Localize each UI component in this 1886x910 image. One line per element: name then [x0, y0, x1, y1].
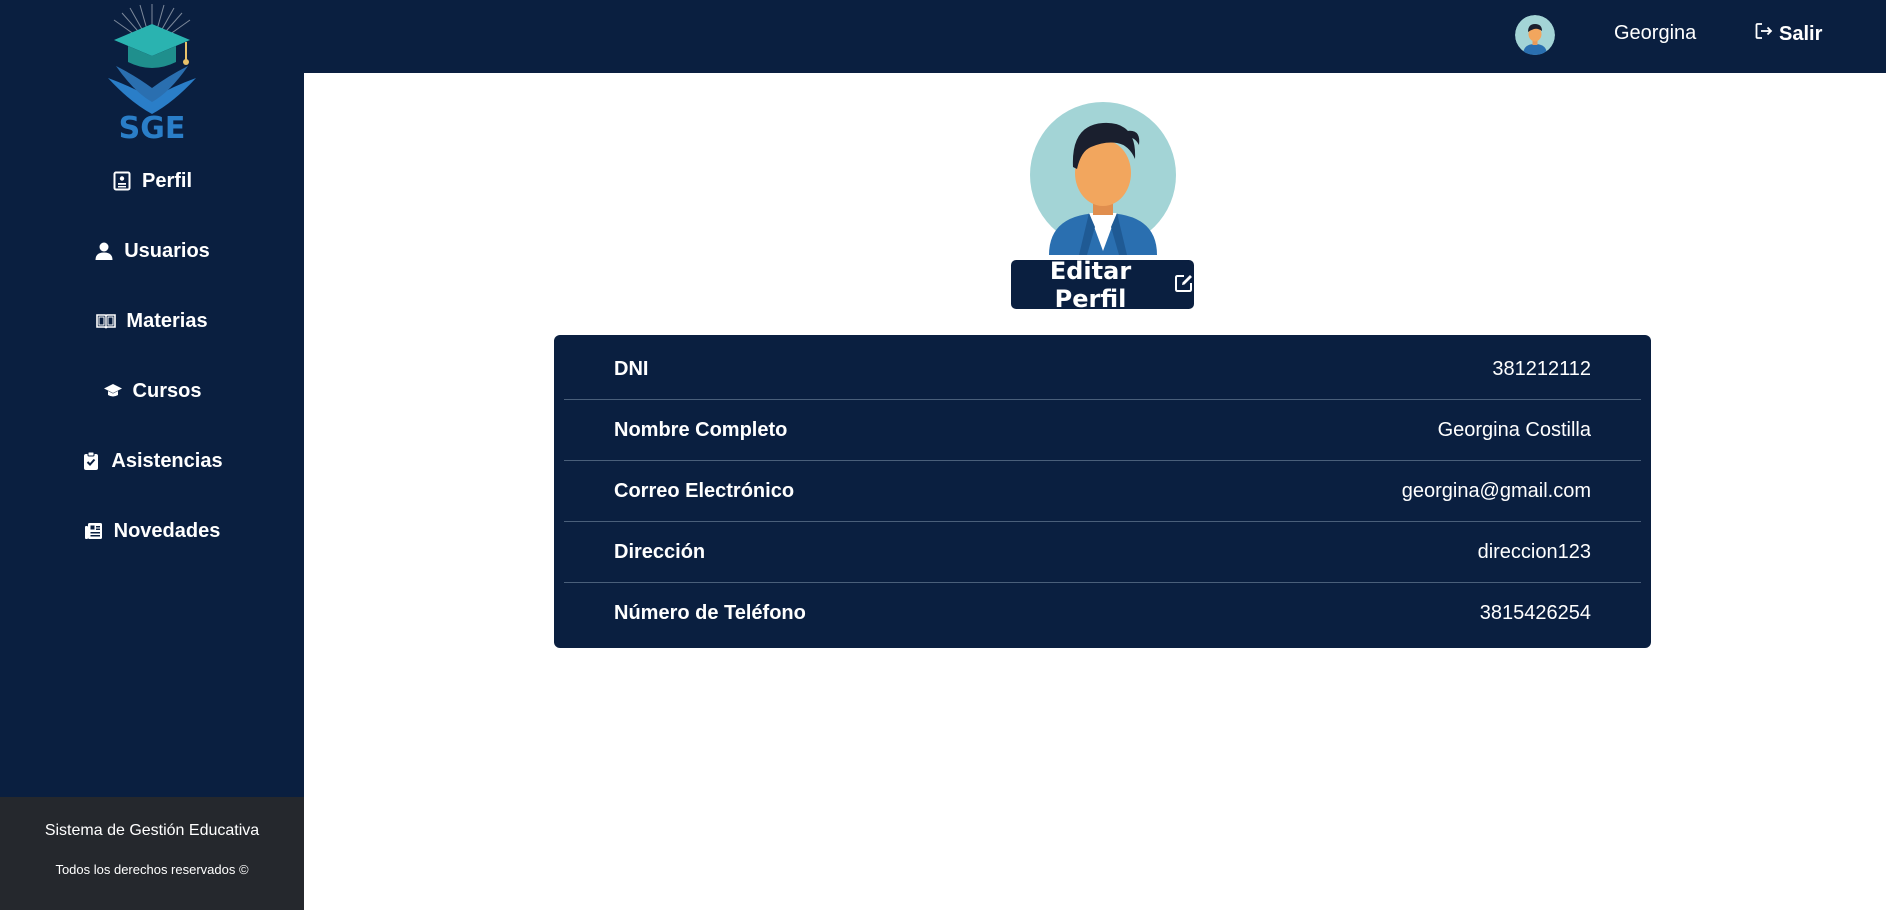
sidebar-item-cursos[interactable]: Cursos — [0, 371, 304, 411]
field-label: Número de Teléfono — [614, 602, 806, 624]
newspaper-icon — [84, 521, 104, 541]
footer-rights: Todos los derechos reservados © — [55, 862, 249, 877]
sidebar-item-materias[interactable]: Materias — [0, 301, 304, 341]
footer-title: Sistema de Gestión Educativa — [44, 822, 260, 839]
sidebar-item-label: Asistencias — [111, 449, 223, 472]
field-value: 3815426254 — [1479, 602, 1591, 624]
field-label: Nombre Completo — [614, 418, 788, 441]
logout-label: Salir — [1779, 22, 1823, 45]
graduation-cap-icon — [103, 381, 123, 401]
sidebar-item-label: Materias — [126, 309, 208, 332]
book-open-icon — [96, 311, 117, 331]
field-label: DNI — [614, 357, 649, 380]
sidebar-item-label: Cursos — [132, 379, 202, 402]
sidebar-item-label: Perfil — [141, 169, 193, 192]
profile-avatar — [1029, 101, 1177, 255]
edit-profile-label: Editar Perfil — [1049, 256, 1132, 313]
sidebar-item-perfil[interactable]: Perfil — [0, 161, 304, 201]
user-avatar-icon — [1515, 15, 1555, 55]
info-row-direccion: Dirección direccion123 — [564, 522, 1641, 583]
info-row-dni: DNI 381212112 — [564, 339, 1641, 400]
user-avatar-icon — [1030, 102, 1176, 255]
info-row-telefono: Número de Teléfono 3815426254 — [564, 583, 1641, 644]
graduation-cap-icon: SGE — [108, 4, 196, 146]
logo-text: SGE — [119, 111, 186, 142]
edit-icon — [1174, 271, 1194, 299]
sidebar-item-novedades[interactable]: Novedades — [0, 511, 304, 551]
sge-logo[interactable]: SGE — [100, 2, 204, 146]
clipboard-check-icon — [81, 451, 101, 471]
field-value: 381212112 — [1492, 357, 1591, 380]
field-label: Correo Electrónico — [614, 479, 795, 502]
sidebar-item-label: Novedades — [113, 519, 221, 542]
info-row-nombre: Nombre Completo Georgina Costilla — [564, 400, 1641, 461]
field-value: Georgina Costilla — [1437, 418, 1591, 441]
info-row-correo: Correo Electrónico georgina@gmail.com — [564, 461, 1641, 522]
logout-icon — [1755, 22, 1773, 46]
sidebar-item-usuarios[interactable]: Usuarios — [0, 231, 304, 271]
field-value: georgina@gmail.com — [1401, 479, 1591, 502]
id-card-icon — [112, 171, 132, 191]
edit-profile-button[interactable]: Editar Perfil — [1011, 257, 1194, 313]
top-username[interactable]: Georgina — [1614, 22, 1696, 45]
sidebar-footer: Sistema de Gestión Educativa Todos los d… — [0, 797, 304, 910]
sidebar-item-label: Usuarios — [124, 239, 210, 262]
field-value: direccion123 — [1477, 540, 1591, 563]
field-label: Dirección — [614, 540, 706, 563]
sidebar-item-asistencias[interactable]: Asistencias — [0, 441, 304, 481]
sidebar: SGE Perfil Usuarios Materias Cursos Asis… — [0, 0, 304, 910]
user-icon — [94, 241, 114, 261]
avatar[interactable] — [1515, 15, 1555, 55]
profile-info-card: DNI 381212112 Nombre Completo Georgina C… — [554, 335, 1651, 648]
logout-button[interactable]: Salir — [1755, 22, 1822, 46]
